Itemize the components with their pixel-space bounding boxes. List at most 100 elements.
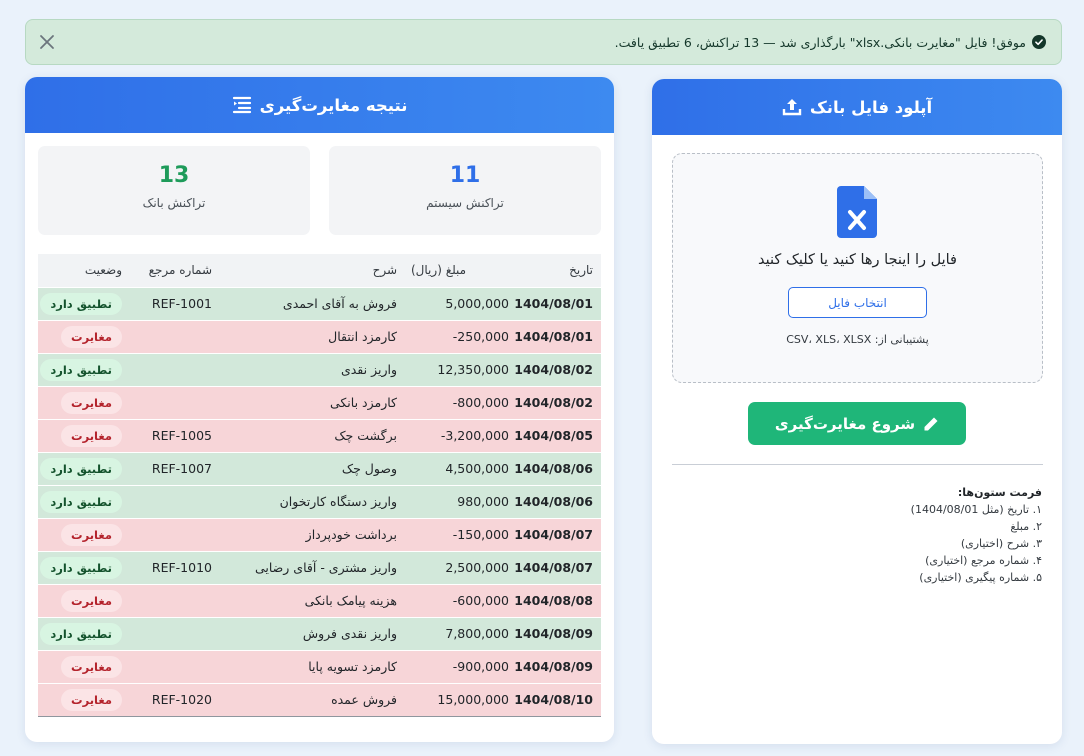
upload-card-title: آپلود فایل بانک — [809, 97, 933, 117]
table-row: 1404/08/06 4,500,000 وصول چک REF-1007 تطبیق … — [38, 452, 601, 485]
amount-cell: 4,500,000 — [445, 461, 509, 476]
result-card: نتیجه مغایرت‌گیری 11 تراکنش سیستم 13 ترا… — [25, 77, 614, 742]
date-cell: 1404/08/07 — [514, 527, 593, 542]
reference-cell — [130, 353, 220, 386]
reference-cell — [130, 485, 220, 518]
date-cell: 1404/08/06 — [514, 494, 593, 509]
table-row: 1404/08/08 -600,000 هزینه پیامک بانکی مغایر… — [38, 584, 601, 617]
status-cell: تطبیق دارد — [38, 287, 130, 320]
status-cell: مغایرت — [38, 518, 130, 551]
status-cell: تطبیق دارد — [38, 485, 130, 518]
date-cell: 1404/08/06 — [514, 461, 593, 476]
supported-formats: پشتیبانی از: CSV، XLS، XLSX — [786, 333, 929, 346]
description-cell: واریز مشتری - آقای رضایی — [254, 560, 397, 575]
date-cell: 1404/08/09 — [514, 659, 593, 674]
description-cell: فروش به آقای احمدی — [282, 296, 397, 311]
reference-cell — [130, 518, 220, 551]
date-cell: 1404/08/01 — [514, 296, 593, 311]
amount-cell: -3,200,000 — [440, 428, 509, 443]
table-row: 1404/08/02 -800,000 کارمزد بانکی مغایرت — [38, 386, 601, 419]
upload-card-header: آپلود فایل بانک — [652, 79, 1062, 135]
description-cell: وصول چک — [341, 461, 397, 476]
success-alert: موفق! فایل "مغایرت بانکی.xlsx" بارگذاری … — [25, 19, 1062, 65]
date-cell: 1404/08/10 — [514, 692, 593, 708]
reference-cell: REF-1010 — [151, 560, 212, 575]
format-item: ۵. شماره پیگیری (اختیاری) — [919, 571, 1042, 584]
status-badge: مغایرت — [61, 589, 122, 612]
column-header-status: وضعیت — [84, 263, 122, 278]
bank-transactions-label: تراکنش بانک — [142, 196, 206, 210]
description-cell: واریز دستگاه کارتخوان — [279, 494, 397, 509]
amount-cell: 12,350,000 — [437, 362, 509, 377]
table-row: 1404/08/07 2,500,000 واریز مشتری - آقای رض… — [38, 551, 601, 584]
excel-file-icon — [837, 186, 877, 238]
status-badge: مغایرت — [61, 688, 122, 711]
status-cell: مغایرت — [38, 683, 130, 716]
choose-file-button[interactable]: انتخاب فایل — [788, 287, 927, 318]
reference-cell: REF-1007 — [151, 461, 212, 476]
alert-message: موفق! فایل "مغایرت بانکی.xlsx" بارگذاری … — [614, 34, 1026, 50]
table-row: 1404/08/01 -250,000 کارمزد انتقال مغایرت — [38, 320, 601, 353]
description-cell: واریز نقدی — [340, 362, 397, 377]
date-cell: 1404/08/02 — [514, 362, 593, 377]
status-badge: تطبیق دارد — [40, 292, 122, 315]
description-cell: برداشت خودپرداز — [305, 527, 397, 542]
description-cell: فروش عمده — [331, 692, 397, 708]
close-icon[interactable] — [38, 33, 56, 51]
drop-instructions: فایل را اینجا رها کنید یا کلیک کنید — [758, 252, 957, 268]
result-card-header: نتیجه مغایرت‌گیری — [25, 77, 614, 133]
amount-cell: 5,000,000 — [445, 296, 509, 311]
table-row: 1404/08/01 5,000,000 فروش به آقای احمدی REF… — [38, 287, 601, 320]
column-format-info: فرمت ستون‌ها: ۱. تاریخ (مثل 1404/08/01) … — [671, 484, 1042, 586]
reference-cell: REF-1001 — [151, 296, 212, 311]
amount-cell: 7,800,000 — [445, 626, 509, 641]
description-cell: کارمزد انتقال — [328, 329, 397, 344]
reference-cell: REF-1005 — [151, 428, 212, 443]
status-badge: مغایرت — [61, 655, 122, 678]
description-cell: هزینه پیامک بانکی — [304, 593, 397, 608]
check-circle-icon — [1032, 35, 1046, 49]
amount-cell: -800,000 — [452, 395, 509, 410]
status-cell: تطبیق دارد — [38, 452, 130, 485]
amount-cell: 2,500,000 — [445, 560, 509, 575]
table-row: 1404/08/05 -3,200,000 برگشت چک REF-1005 مغای… — [38, 419, 601, 452]
amount-cell: 15,000,000 — [437, 692, 509, 708]
status-cell: مغایرت — [38, 320, 130, 353]
start-reconciliation-button[interactable]: شروع مغایرت‌گیری — [748, 402, 966, 445]
status-cell: مغایرت — [38, 386, 130, 419]
table-bottom-border — [38, 716, 601, 717]
table-row: 1404/08/09 -900,000 کارمزد تسویه پایا مغایر… — [38, 650, 601, 683]
description-cell: کارمزد تسویه پایا — [308, 659, 397, 674]
upload-icon — [782, 99, 802, 116]
status-cell: تطبیق دارد — [38, 353, 130, 386]
table-header-row: تاریخ مبلغ (ریال) شرح شماره مرجع وضعیت — [38, 254, 601, 287]
system-transactions-label: تراکنش سیستم — [426, 196, 504, 210]
description-cell: برگشت چک — [334, 428, 397, 443]
table-row: 1404/08/09 7,800,000 واریز نقدی فروش تطبیق … — [38, 617, 601, 650]
bank-transactions-count: 13 — [158, 163, 190, 188]
system-transactions-count: 11 — [449, 163, 481, 188]
date-cell: 1404/08/07 — [514, 560, 593, 575]
reference-cell: REF-1020 — [151, 692, 212, 708]
column-header-amount: مبلغ (ریال) — [411, 263, 467, 278]
status-badge: تطبیق دارد — [40, 457, 122, 480]
table-row: 1404/08/02 12,350,000 واریز نقدی تطبیق دارد — [38, 353, 601, 386]
column-header-date: تاریخ — [569, 263, 593, 278]
format-item: ۴. شماره مرجع (اختیاری) — [925, 554, 1042, 567]
reference-cell — [130, 650, 220, 683]
format-title: فرمت ستون‌ها: — [957, 486, 1042, 499]
start-reconciliation-label: شروع مغایرت‌گیری — [774, 414, 916, 433]
reference-cell — [130, 386, 220, 419]
reference-cell — [130, 584, 220, 617]
divider — [672, 464, 1043, 465]
status-cell: مغایرت — [38, 419, 130, 452]
file-dropzone[interactable]: فایل را اینجا رها کنید یا کلیک کنید انتخ… — [672, 153, 1043, 383]
amount-cell: -250,000 — [452, 329, 509, 344]
amount-cell: -900,000 — [452, 659, 509, 674]
status-badge: تطبیق دارد — [40, 490, 122, 513]
reference-cell — [130, 320, 220, 353]
description-cell: کارمزد بانکی — [329, 395, 397, 410]
status-cell: مغایرت — [38, 650, 130, 683]
status-badge: تطبیق دارد — [40, 358, 122, 381]
status-cell: مغایرت — [38, 584, 130, 617]
